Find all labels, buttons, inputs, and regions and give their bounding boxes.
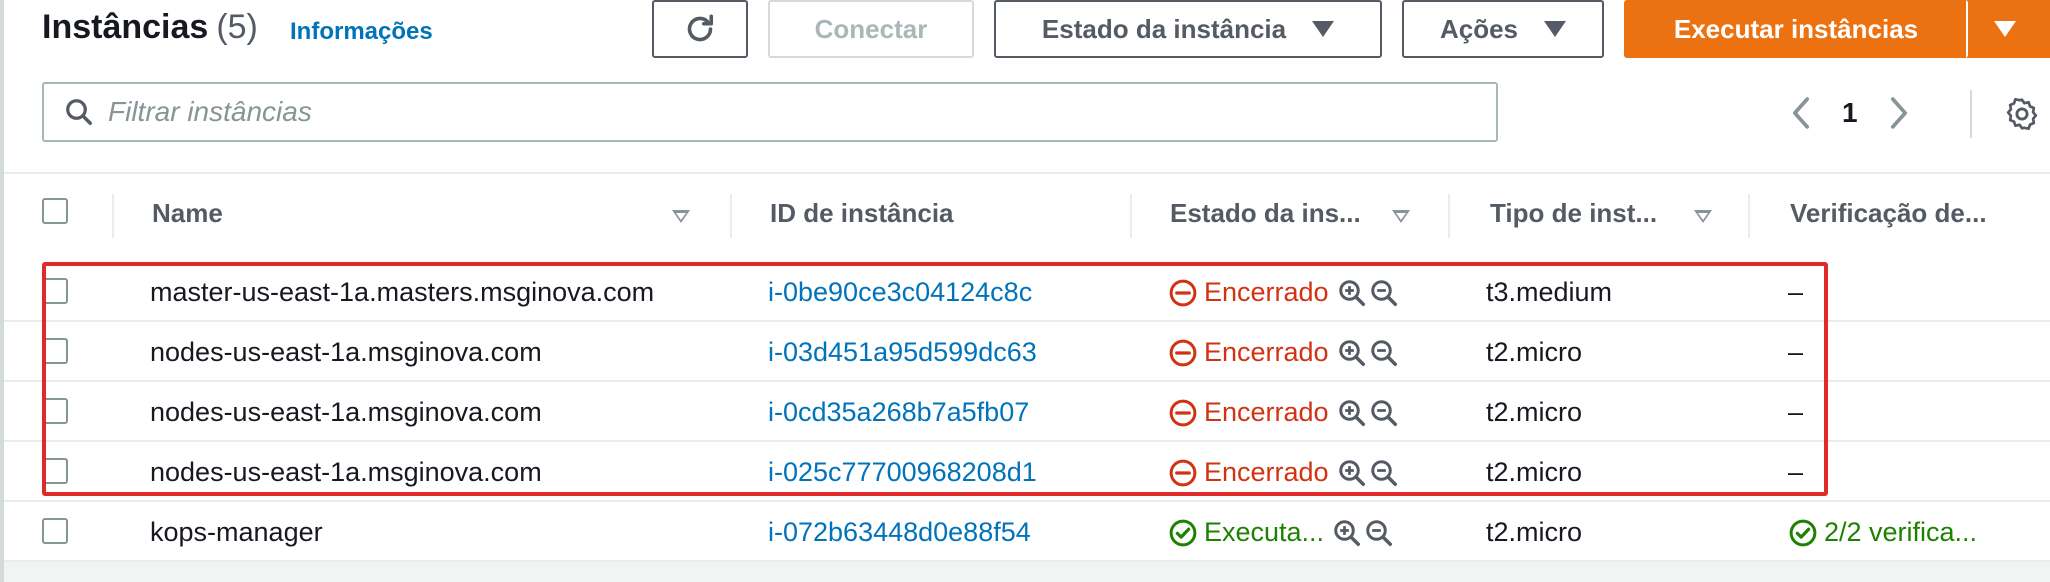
refresh-button[interactable] — [652, 0, 748, 58]
select-all-checkbox[interactable] — [42, 198, 68, 224]
sort-icon[interactable] — [1392, 210, 1410, 223]
selection-highlight-box — [42, 262, 1828, 496]
refresh-icon — [687, 14, 714, 42]
instance-name: kops-manager — [150, 517, 323, 547]
chevron-left-icon[interactable] — [1790, 96, 1812, 130]
info-link[interactable]: Informações — [290, 18, 433, 46]
chevron-right-icon[interactable] — [1888, 96, 1910, 130]
sort-icon[interactable] — [1694, 210, 1712, 223]
check-circle-icon — [1789, 519, 1817, 546]
instance-id-link[interactable]: i-072b63448d0e88f54 — [768, 517, 1031, 548]
instance-state: Executa... — [1168, 517, 1396, 548]
search-input[interactable] — [108, 96, 1408, 128]
table-row[interactable]: kops-manager i-072b63448d0e88f54 Executa..… — [4, 502, 2050, 562]
instance-state-label: Estado da instância — [1041, 13, 1287, 44]
launch-instances-label: Executar instâncias — [1673, 13, 1919, 44]
status-check: 2/2 verifica... — [1788, 517, 1977, 548]
current-page[interactable]: 1 — [1842, 97, 1858, 129]
instance-state-text: Executa... — [1204, 517, 1325, 547]
caret-down-icon — [1544, 21, 1567, 37]
launch-options-dropdown[interactable] — [1966, 0, 2050, 58]
column-divider — [730, 194, 732, 238]
zoom-out-icon[interactable] — [1364, 518, 1394, 548]
column-divider — [1448, 194, 1450, 238]
connect-button[interactable]: Conectar — [768, 0, 974, 58]
actions-label: Ações — [1439, 13, 1519, 44]
filter-instances-search[interactable] — [42, 82, 1498, 142]
column-header-instance-id[interactable]: ID de instância — [770, 198, 954, 229]
pagination: 1 — [1790, 88, 1910, 138]
column-header-status-check[interactable]: Verificação de... — [1790, 198, 1987, 229]
page-title-text: Instâncias — [42, 8, 209, 46]
actions-dropdown[interactable]: Ações — [1402, 0, 1604, 58]
gear-icon[interactable] — [2004, 96, 2040, 132]
page-title: Instâncias (5) — [42, 8, 258, 52]
search-icon — [66, 99, 92, 125]
table-footer — [4, 562, 2050, 582]
column-divider — [112, 194, 114, 238]
column-divider — [1748, 194, 1750, 238]
column-divider — [1130, 194, 1132, 238]
status-check-text: 2/2 verifica... — [1824, 517, 1978, 547]
connect-button-label: Conectar — [814, 13, 928, 44]
state-zoom-controls — [1332, 518, 1396, 548]
table-header: Name ID de instância Estado da ins... Ti… — [4, 174, 2050, 258]
column-header-name[interactable]: Name — [152, 198, 223, 229]
instance-state-dropdown[interactable]: Estado da instância — [994, 0, 1382, 58]
sort-icon[interactable] — [672, 210, 690, 223]
column-header-instance-state[interactable]: Estado da ins... — [1170, 198, 1361, 229]
instance-type: t2.micro — [1486, 517, 1583, 547]
pager-divider — [1970, 90, 1972, 138]
row-checkbox[interactable] — [42, 518, 68, 544]
zoom-in-icon[interactable] — [1332, 518, 1362, 548]
caret-down-icon — [1994, 21, 2016, 37]
column-header-instance-type[interactable]: Tipo de inst... — [1490, 198, 1657, 229]
instance-count: (5) — [216, 8, 258, 46]
launch-instances-button[interactable]: Executar instâncias — [1624, 0, 1968, 58]
check-circle-icon — [1169, 519, 1197, 546]
caret-down-icon — [1312, 21, 1335, 37]
